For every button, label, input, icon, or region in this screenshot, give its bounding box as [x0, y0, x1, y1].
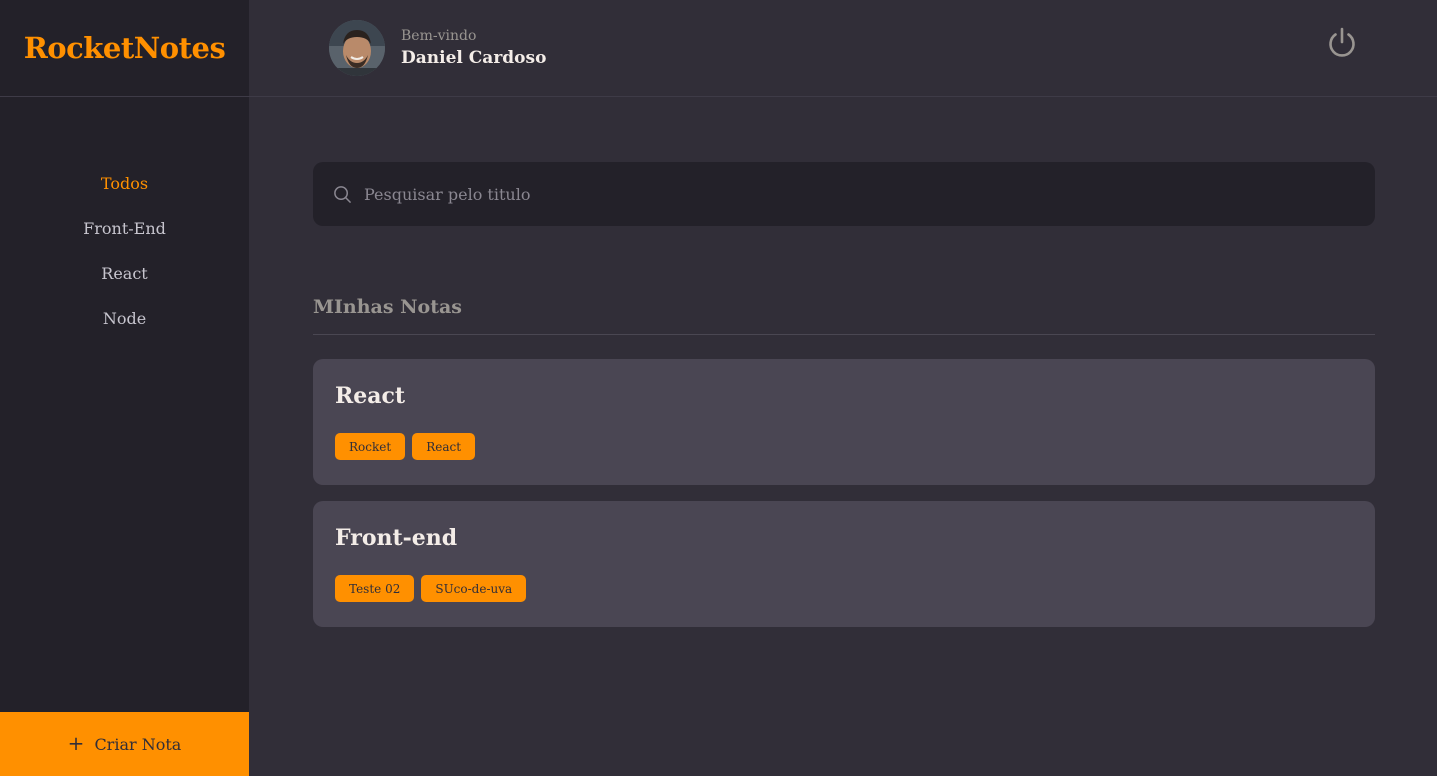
- user-avatar-icon: [329, 20, 385, 76]
- profile-link[interactable]: Bem-vindo Daniel Cardoso: [329, 20, 546, 76]
- note-tags: Rocket React: [335, 433, 1353, 460]
- note-tags: Teste 02 SUco-de-uva: [335, 575, 1353, 602]
- tag: React: [412, 433, 476, 460]
- logout-button[interactable]: [1325, 26, 1359, 60]
- sidebar: RocketNotes Todos Front-End React Node +…: [0, 0, 249, 776]
- tag: Teste 02: [335, 575, 415, 602]
- profile-text: Bem-vindo Daniel Cardoso: [401, 28, 546, 68]
- note-title: Front-end: [335, 525, 458, 551]
- create-note-button[interactable]: + Criar Nota: [0, 712, 249, 776]
- plus-icon: +: [67, 731, 85, 755]
- brand: RocketNotes: [0, 0, 249, 97]
- notes-list: React Rocket React Front-end Teste 02 SU…: [313, 359, 1375, 627]
- note-card[interactable]: Front-end Teste 02 SUco-de-uva: [313, 501, 1375, 627]
- sidebar-item-node[interactable]: Node: [0, 296, 249, 341]
- username[interactable]: Daniel Cardoso: [401, 48, 546, 68]
- create-note-label: Criar Nota: [94, 734, 182, 754]
- sidebar-item-react[interactable]: React: [0, 251, 249, 296]
- tag: Rocket: [335, 433, 406, 460]
- welcome-text: Bem-vindo: [401, 28, 477, 44]
- sidebar-menu: Todos Front-End React Node: [0, 161, 249, 341]
- header: Bem-vindo Daniel Cardoso: [249, 0, 1437, 97]
- sidebar-item-front-end[interactable]: Front-End: [0, 206, 249, 251]
- brand-logo-text[interactable]: RocketNotes: [24, 31, 226, 65]
- tag: SUco-de-uva: [421, 575, 527, 602]
- sidebar-item-todos[interactable]: Todos: [0, 161, 249, 206]
- main-content: MInhas Notas React Rocket React Front-en…: [313, 162, 1375, 643]
- app: RocketNotes Todos Front-End React Node +…: [0, 0, 1437, 776]
- search-bar: [313, 162, 1375, 226]
- note-title: React: [335, 383, 406, 409]
- search-icon: [334, 185, 351, 203]
- note-card[interactable]: React Rocket React: [313, 359, 1375, 485]
- power-icon: [1329, 27, 1355, 57]
- avatar[interactable]: [329, 20, 385, 76]
- notes-section: MInhas Notas React Rocket React Front-en…: [313, 296, 1375, 627]
- search-input[interactable]: [364, 162, 1375, 226]
- section-title: MInhas Notas: [313, 296, 1375, 335]
